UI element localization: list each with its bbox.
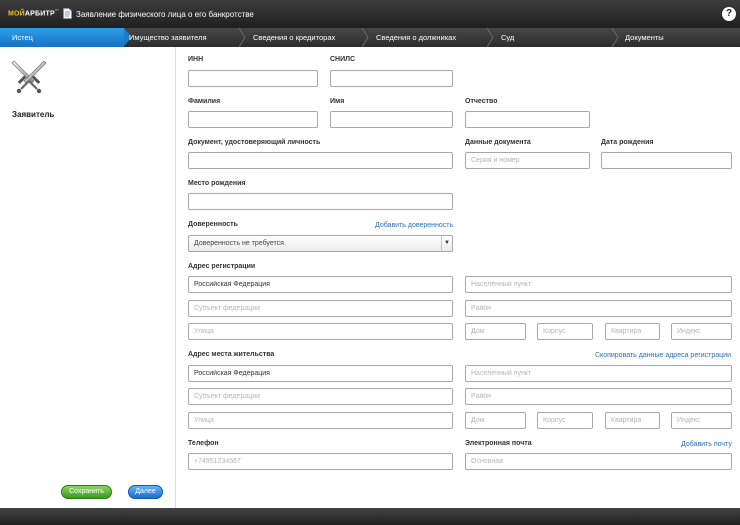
reg-flat-input[interactable] [605, 323, 660, 340]
section-title: Заявитель [12, 110, 55, 119]
reg-house-input[interactable] [465, 323, 526, 340]
poa-select-value: Доверенность не требуется [194, 240, 284, 247]
add-poa-link[interactable]: Добавить доверенность [375, 222, 453, 229]
last-name-input[interactable] [188, 111, 318, 128]
chevron-right-icon [238, 28, 246, 47]
wizard-steps: Истец Имущество заявителя Сведения о кре… [0, 28, 740, 47]
step-property[interactable]: Имущество заявителя [129, 28, 207, 47]
help-icon[interactable]: ? [722, 7, 736, 21]
birth-place-label: Место рождения [188, 180, 246, 187]
patronymic-label: Отчество [465, 98, 498, 105]
document-data-label: Данные документа [465, 139, 531, 146]
sidebar: Заявитель Сохранить Далее [0, 47, 176, 508]
res-district-input[interactable] [465, 388, 732, 405]
snils-label: СНИЛС [330, 56, 356, 63]
poa-select[interactable]: Доверенность не требуется ▼ [188, 235, 453, 252]
chevron-down-icon: ▼ [441, 236, 452, 251]
crossed-swords-icon [11, 60, 47, 94]
id-document-input[interactable] [188, 152, 453, 169]
reg-country-input[interactable] [188, 276, 453, 293]
res-korpus-input[interactable] [537, 412, 593, 429]
res-street-input[interactable] [188, 412, 453, 429]
reg-district-input[interactable] [465, 300, 732, 317]
res-house-input[interactable] [465, 412, 526, 429]
next-button[interactable]: Далее [128, 485, 163, 499]
res-country-input[interactable] [188, 365, 453, 382]
chevron-right-icon [611, 28, 619, 47]
step-debtors[interactable]: Сведения о должниках [376, 28, 456, 47]
chevron-right-icon [361, 28, 369, 47]
birth-date-input[interactable] [601, 152, 732, 169]
step-plaintiff[interactable]: Истец [0, 28, 132, 47]
document-data-input[interactable] [465, 152, 590, 169]
birth-place-input[interactable] [188, 193, 453, 210]
phone-label: Телефон [188, 440, 219, 447]
res-index-input[interactable] [671, 412, 732, 429]
save-button[interactable]: Сохранить [61, 485, 112, 499]
add-email-link[interactable]: Добавить почту [681, 441, 732, 448]
reg-region-input[interactable] [188, 300, 453, 317]
reg-index-input[interactable] [671, 323, 732, 340]
birth-date-label: Дата рождения [601, 139, 654, 146]
window-title: Заявление физического лица о его банкрот… [76, 10, 254, 19]
email-input[interactable] [465, 453, 732, 470]
footer-bar [0, 508, 740, 525]
step-creditors[interactable]: Сведения о кредиторах [253, 28, 335, 47]
first-name-input[interactable] [330, 111, 453, 128]
reg-locality-input[interactable] [465, 276, 732, 293]
first-name-label: Имя [330, 98, 345, 105]
step-court[interactable]: Суд [501, 28, 514, 47]
res-locality-input[interactable] [465, 365, 732, 382]
email-label: Электронная почта [465, 440, 532, 447]
reg-address-label: Адрес регистрации [188, 263, 256, 270]
reg-korpus-input[interactable] [537, 323, 593, 340]
id-document-label: Документ, удостоверяющий личность [188, 139, 321, 146]
res-region-input[interactable] [188, 388, 453, 405]
inn-input[interactable] [188, 70, 318, 87]
last-name-label: Фамилия [188, 98, 221, 105]
app-logo[interactable]: МОЙАРБИТР™ [8, 8, 59, 17]
inn-label: ИНН [188, 56, 204, 63]
res-address-label: Адрес места жительства [188, 351, 275, 358]
reg-street-input[interactable] [188, 323, 453, 340]
snils-input[interactable] [330, 70, 453, 87]
phone-input[interactable] [188, 453, 453, 470]
patronymic-input[interactable] [465, 111, 590, 128]
copy-reg-address-link[interactable]: Скопировать данные адреса регистрации [595, 352, 731, 359]
chevron-right-icon [486, 28, 494, 47]
poa-label: Доверенность [188, 221, 238, 228]
document-icon [63, 8, 72, 19]
app-header: МОЙАРБИТР™ Заявление физического лица о … [0, 0, 740, 28]
step-documents[interactable]: Документы [625, 28, 664, 47]
res-flat-input[interactable] [605, 412, 660, 429]
